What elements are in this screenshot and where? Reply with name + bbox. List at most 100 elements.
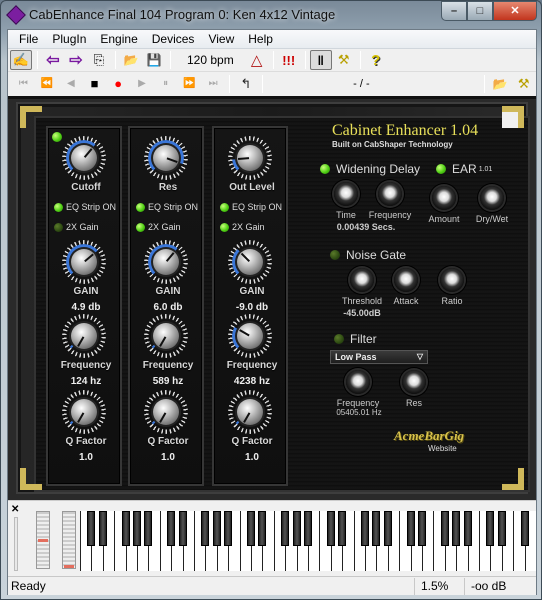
keyboard-close-icon[interactable]: ✕: [11, 504, 19, 515]
website-link[interactable]: Website: [428, 444, 457, 453]
black-key[interactable]: [258, 511, 267, 546]
ear-drywet-knob[interactable]: [480, 186, 504, 210]
black-key[interactable]: [406, 511, 415, 546]
widening-time-knob[interactable]: [334, 182, 358, 206]
metronome-icon[interactable]: △: [246, 50, 268, 70]
top-knob[interactable]: [228, 136, 272, 180]
pitch-bend-slider[interactable]: [36, 511, 50, 569]
record-icon[interactable]: ●: [107, 74, 130, 94]
ear-led[interactable]: [436, 164, 446, 174]
black-key[interactable]: [87, 511, 96, 546]
filter-frequency-knob[interactable]: [346, 370, 370, 394]
keyboard-icon[interactable]: ‖: [309, 50, 332, 70]
help-icon[interactable]: ?: [365, 50, 387, 70]
black-key[interactable]: [326, 511, 335, 546]
q-knob[interactable]: [144, 390, 188, 434]
pause-icon[interactable]: ⏸: [154, 74, 177, 94]
open-folder-icon[interactable]: 📂: [120, 50, 142, 70]
black-key[interactable]: [247, 511, 255, 546]
black-key[interactable]: [520, 511, 529, 546]
rewind-start-icon[interactable]: ⏮: [12, 74, 35, 94]
power-led[interactable]: [52, 132, 62, 142]
black-key[interactable]: [201, 511, 210, 546]
open-file-icon[interactable]: 📂: [489, 74, 512, 94]
menu-engine[interactable]: Engine: [93, 32, 144, 46]
black-key[interactable]: [383, 511, 392, 546]
patch-icon[interactable]: ✍: [10, 50, 32, 70]
black-key[interactable]: [292, 511, 301, 546]
minimize-button[interactable]: –: [441, 1, 467, 21]
ratio-knob[interactable]: [440, 268, 464, 292]
gain-knob[interactable]: [144, 240, 188, 284]
ear-amount-knob[interactable]: [432, 186, 456, 210]
maximize-button[interactable]: □: [467, 1, 493, 21]
black-key[interactable]: [463, 511, 472, 546]
eq-strip-toggle[interactable]: EQ Strip ON: [136, 202, 198, 212]
stop-icon[interactable]: ■: [83, 74, 106, 94]
filter-res-knob[interactable]: [402, 370, 426, 394]
filter-led[interactable]: [334, 334, 344, 344]
brand-logo[interactable]: AcmeBarGig: [394, 428, 464, 444]
top-knob[interactable]: [144, 136, 188, 180]
black-key[interactable]: [178, 511, 187, 546]
noise-gate-led[interactable]: [330, 250, 340, 260]
black-key[interactable]: [452, 511, 461, 546]
fast-forward-icon[interactable]: ⏩: [178, 74, 201, 94]
menu-view[interactable]: View: [201, 32, 241, 46]
top-knob[interactable]: [62, 136, 106, 180]
black-key[interactable]: [281, 511, 290, 546]
gain-knob[interactable]: [62, 240, 106, 284]
device-settings-icon[interactable]: ⚒: [512, 74, 535, 94]
black-key[interactable]: [440, 511, 449, 546]
black-key[interactable]: [304, 511, 312, 546]
gain-2x-toggle[interactable]: 2X Gain: [54, 222, 99, 232]
save-icon[interactable]: 💾: [143, 50, 165, 70]
black-key[interactable]: [361, 511, 369, 546]
gain-2x-toggle[interactable]: 2X Gain: [136, 222, 181, 232]
play-icon[interactable]: ▶: [131, 74, 154, 94]
black-key[interactable]: [167, 511, 176, 546]
eq-strip-toggle[interactable]: EQ Strip ON: [54, 202, 116, 212]
black-key[interactable]: [133, 511, 141, 546]
loop-icon[interactable]: ↰: [234, 74, 257, 94]
modulation-slider[interactable]: [62, 511, 76, 569]
tempo-display[interactable]: 120 bpm: [175, 53, 246, 67]
black-key[interactable]: [121, 511, 130, 546]
rewind-icon[interactable]: ⏪: [36, 74, 59, 94]
gain-2x-toggle[interactable]: 2X Gain: [220, 222, 265, 232]
step-back-icon[interactable]: ◀: [59, 74, 82, 94]
widening-delay-led[interactable]: [320, 164, 330, 174]
black-key[interactable]: [224, 511, 233, 546]
black-key[interactable]: [144, 511, 153, 546]
keyboard-scroll[interactable]: [14, 517, 18, 571]
copy-icon[interactable]: ⎘: [88, 50, 110, 70]
frequency-knob[interactable]: [144, 314, 188, 358]
close-button[interactable]: ✕: [493, 1, 537, 21]
frequency-knob[interactable]: [228, 314, 272, 358]
title-bar[interactable]: CabEnhance Final 104 Program 0: Ken 4x12…: [1, 1, 541, 29]
menu-plugin[interactable]: PlugIn: [45, 32, 93, 46]
eq-strip-toggle[interactable]: EQ Strip ON: [220, 202, 282, 212]
black-key[interactable]: [497, 511, 506, 546]
filter-type-dropdown[interactable]: Low Pass ▽: [330, 350, 428, 364]
threshold-knob[interactable]: [350, 268, 374, 292]
panic-icon[interactable]: !!!: [278, 50, 300, 70]
keyboard-settings-icon[interactable]: ⚒: [333, 50, 355, 70]
black-key[interactable]: [372, 511, 381, 546]
menu-file[interactable]: File: [12, 32, 45, 46]
gain-knob[interactable]: [228, 240, 272, 284]
menu-devices[interactable]: Devices: [145, 32, 202, 46]
back-arrow-icon[interactable]: ⇦: [42, 50, 64, 70]
forward-end-icon[interactable]: ⏭: [202, 74, 225, 94]
black-key[interactable]: [486, 511, 495, 546]
q-knob[interactable]: [228, 390, 272, 434]
forward-arrow-icon[interactable]: ⇨: [65, 50, 87, 70]
menu-help[interactable]: Help: [241, 32, 280, 46]
black-key[interactable]: [98, 511, 107, 546]
frequency-knob[interactable]: [62, 314, 106, 358]
black-key[interactable]: [338, 511, 347, 546]
attack-knob[interactable]: [394, 268, 418, 292]
q-knob[interactable]: [62, 390, 106, 434]
widening-frequency-knob[interactable]: [378, 182, 402, 206]
black-key[interactable]: [418, 511, 426, 546]
